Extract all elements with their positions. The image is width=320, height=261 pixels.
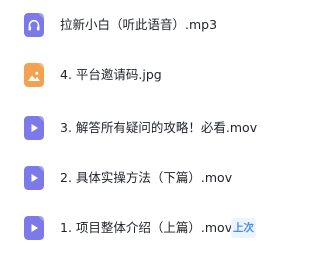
last-viewed-badge: 上次: [231, 218, 256, 238]
file-list: 拉新小白（听此语音）.mp3 4. 平台邀请码.jpg 3. 解答所有疑问的攻略…: [0, 0, 300, 261]
file-item-video[interactable]: 1. 项目整体介绍（上篇）.mov 上次: [0, 208, 300, 248]
play-icon: [24, 166, 44, 190]
file-name: 拉新小白（听此语音）.mp3: [60, 17, 218, 32]
headphones-icon: [24, 13, 44, 37]
file-item-video[interactable]: 2. 具体实操方法（下篇）.mov: [0, 158, 300, 198]
file-item-audio[interactable]: 拉新小白（听此语音）.mp3: [0, 5, 300, 45]
file-name: 1. 项目整体介绍（上篇）.mov: [60, 220, 233, 235]
play-icon: [24, 216, 44, 240]
image-icon: [24, 63, 44, 87]
file-name: 3. 解答所有疑问的攻略！必看.mov: [60, 120, 258, 135]
file-item-image[interactable]: 4. 平台邀请码.jpg: [0, 55, 300, 95]
file-item-video[interactable]: 3. 解答所有疑问的攻略！必看.mov: [0, 108, 300, 148]
file-name: 4. 平台邀请码.jpg: [60, 67, 162, 82]
file-name: 2. 具体实操方法（下篇）.mov: [60, 170, 233, 185]
play-icon: [24, 116, 44, 140]
